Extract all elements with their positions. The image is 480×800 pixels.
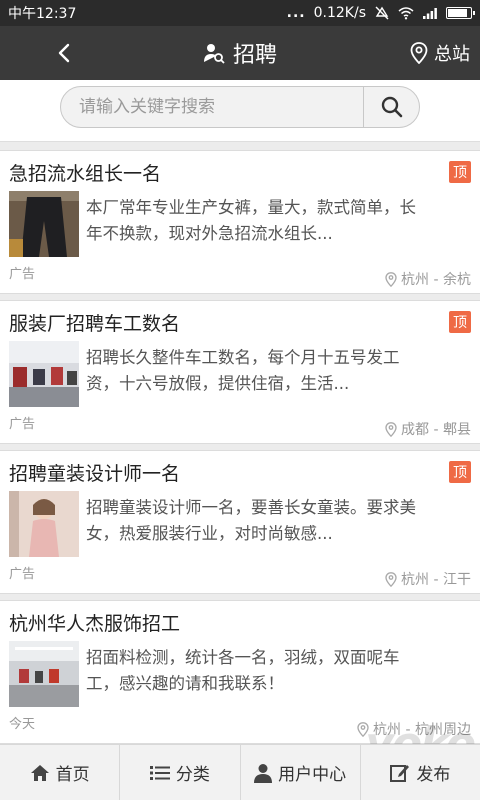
listing-thumbnail <box>9 491 79 557</box>
search-area <box>0 80 480 142</box>
notification-dots: ... <box>286 5 306 21</box>
job-listing[interactable]: 急招流水组长一名 顶 本厂常年专业生产女裤，量大，款式简单，长年不换款，现对外急… <box>0 150 480 294</box>
user-icon <box>254 763 273 783</box>
top-badge: 顶 <box>449 311 471 333</box>
listing-thumbnail <box>9 641 79 707</box>
search-box <box>60 86 420 128</box>
listing-tag: 今天 <box>9 717 36 732</box>
top-badge: 顶 <box>449 461 471 483</box>
location-pin-icon <box>410 42 428 64</box>
battery-fill <box>448 9 467 17</box>
listing-description: 招聘长久整件车工数名，每个月十五号发工资，十六号放假，提供住宿，生活... <box>86 348 400 393</box>
listing-description: 招聘童装设计师一名，要善长女童装。要求美女，热爱服装行业，对时尚敏感... <box>86 498 416 543</box>
bottom-nav: 首页 分类 用户中心 发布 <box>0 744 480 800</box>
wifi-icon <box>398 7 414 20</box>
listing-location: 杭州 - 杭州周边 <box>357 719 471 739</box>
mute-icon <box>375 6 389 20</box>
top-badge: 顶 <box>449 161 471 183</box>
listing-location-text: 杭州 - 杭州周边 <box>373 722 471 738</box>
search-icon <box>381 96 402 118</box>
nav-category[interactable]: 分类 <box>120 745 241 800</box>
page-title-wrap: 招聘 <box>203 37 277 69</box>
nav-category-label: 分类 <box>175 765 210 785</box>
listing-location-text: 杭州 - 余杭 <box>401 272 471 288</box>
edit-icon <box>390 764 410 782</box>
listing-description: 招面料检测，统计各一名，羽绒，双面呢车工，感兴趣的请和我联系！ <box>86 648 400 693</box>
app-header: 招聘 总站 <box>0 26 480 80</box>
user-search-icon <box>203 44 225 64</box>
listing-description: 本厂常年专业生产女裤，量大，款式简单，长年不换款，现对外急招流水组长... <box>86 198 416 243</box>
status-icons: ... 0.12K/s <box>286 5 475 21</box>
listing-tag: 广告 <box>9 417 36 432</box>
job-listing[interactable]: 服装厂招聘车工数名 顶 招聘长久整件车工数名，每个月十五号发工资，十六号放假，提… <box>0 300 480 444</box>
nav-home[interactable]: 首页 <box>0 745 121 800</box>
location-pin-icon <box>385 571 397 587</box>
listing-location-text: 杭州 - 江干 <box>401 572 471 588</box>
listing-tag: 广告 <box>9 567 36 582</box>
listing-location-text: 成都 - 郫县 <box>401 422 471 438</box>
nav-home-label: 首页 <box>55 765 90 785</box>
listing-location: 成都 - 郫县 <box>385 419 471 439</box>
location-pin-icon <box>385 271 397 287</box>
nav-publish-label: 发布 <box>416 765 451 785</box>
back-button[interactable] <box>44 26 84 80</box>
listing-title: 急招流水组长一名 <box>9 163 162 185</box>
location-label: 总站 <box>434 44 470 65</box>
status-bar: 中午12:37 ... 0.12K/s <box>0 0 480 26</box>
listing-thumbnail <box>9 341 79 407</box>
listing-location: 杭州 - 余杭 <box>385 269 471 289</box>
listing-title: 招聘童装设计师一名 <box>9 463 181 485</box>
listing-tag: 广告 <box>9 267 36 282</box>
page-title: 招聘 <box>232 43 277 68</box>
nav-user-center-label: 用户中心 <box>278 765 347 785</box>
chevron-left-icon <box>58 43 70 63</box>
job-listing[interactable]: 杭州华人杰服饰招工 招面料检测，统计各一名，羽绒，双面呢车工，感兴趣的请和我联系… <box>0 600 480 744</box>
signal-icon <box>423 8 437 19</box>
listing-location: 杭州 - 江干 <box>385 569 471 589</box>
nav-publish[interactable]: 发布 <box>361 745 480 800</box>
location-pin-icon <box>357 721 369 737</box>
search-input[interactable] <box>61 87 363 127</box>
listing-thumbnail <box>9 191 79 257</box>
status-time: 中午12:37 <box>8 6 77 22</box>
location-button[interactable]: 总站 <box>410 26 470 80</box>
home-icon <box>30 764 49 781</box>
search-button[interactable] <box>363 87 419 127</box>
nav-user-center[interactable]: 用户中心 <box>241 745 361 800</box>
location-pin-icon <box>385 421 397 437</box>
listing-title: 服装厂招聘车工数名 <box>9 313 181 335</box>
battery-icon <box>446 7 475 19</box>
network-speed: 0.12K/s <box>313 5 366 21</box>
list-icon <box>149 765 170 780</box>
listing-title: 杭州华人杰服饰招工 <box>9 613 181 635</box>
job-listing[interactable]: 招聘童装设计师一名 顶 招聘童装设计师一名，要善长女童装。要求美女，热爱服装行业… <box>0 450 480 594</box>
